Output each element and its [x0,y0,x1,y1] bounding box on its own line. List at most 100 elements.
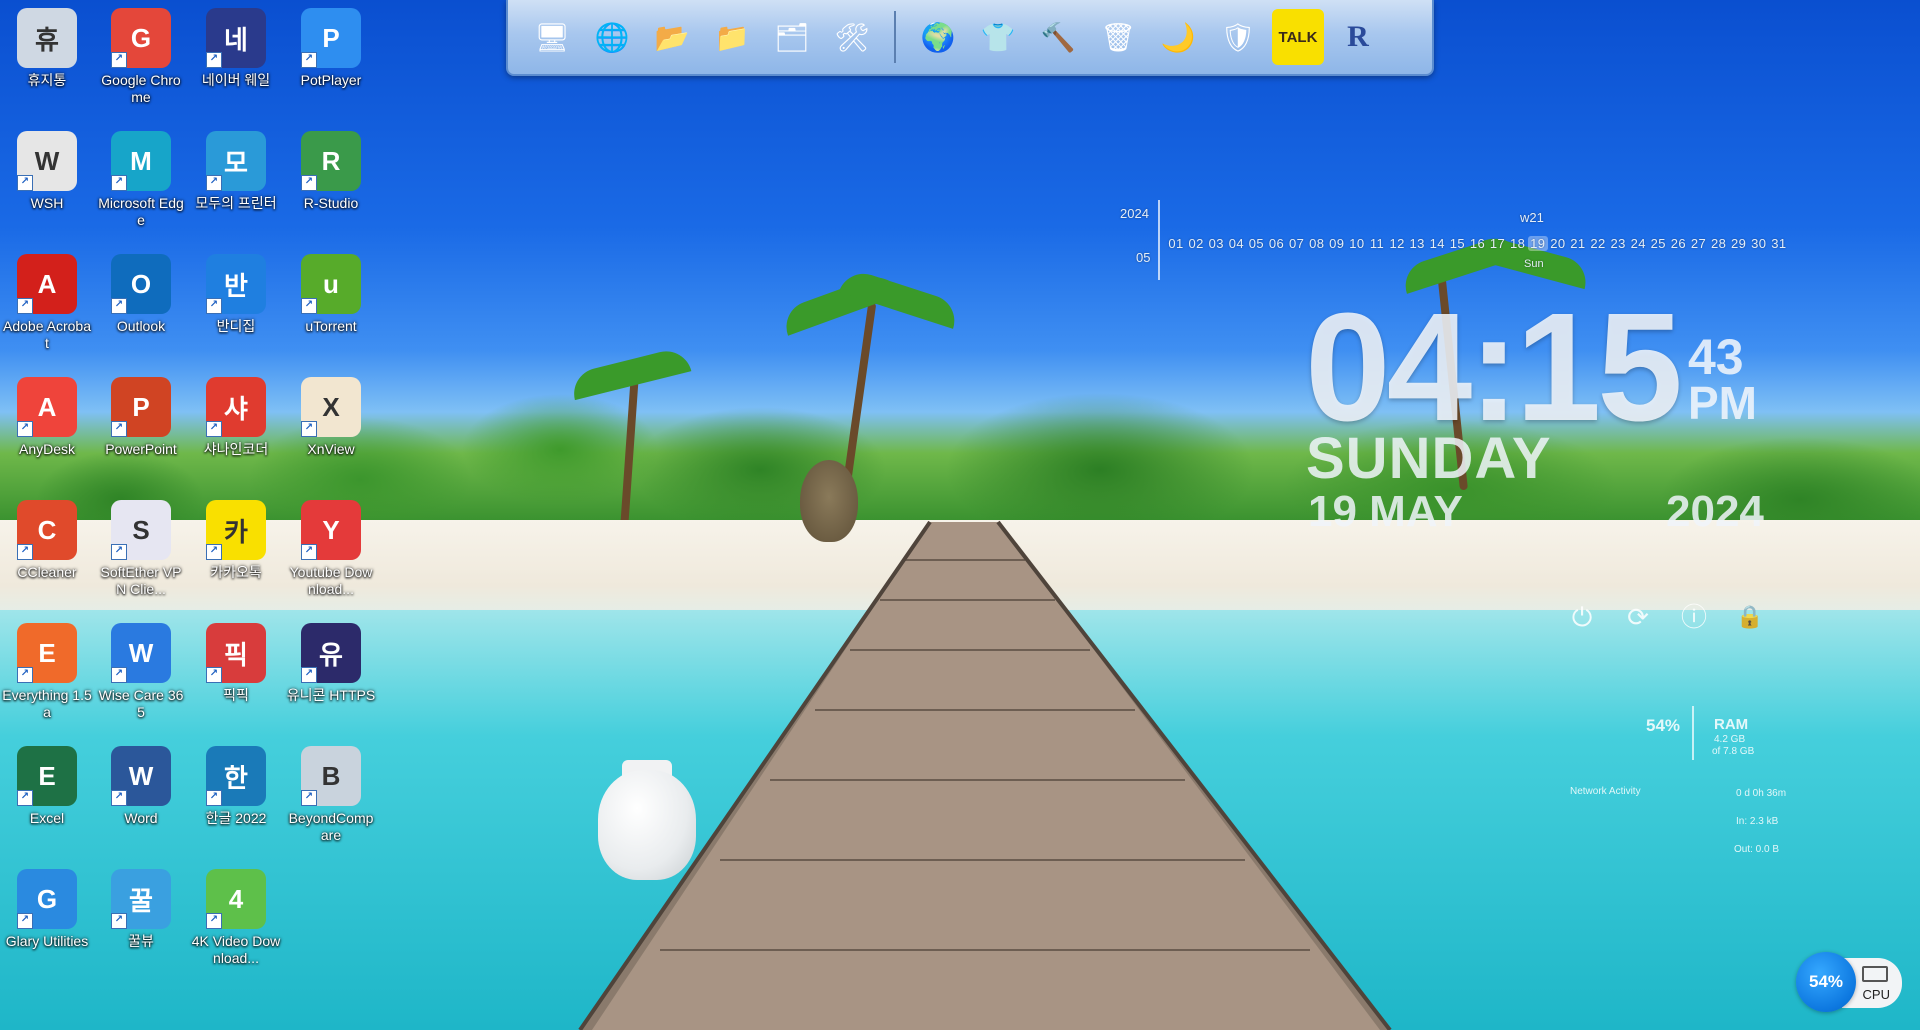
kakaotalk-talk-icon[interactable]: TALK [1272,9,1324,65]
desktop-icon[interactable]: E ↗ Excel [0,740,94,827]
desktop-icon[interactable]: u ↗ uTorrent [284,248,378,335]
desktop-icon-label: AnyDesk [18,441,76,457]
desktop-icon[interactable]: X ↗ XnView [284,371,378,458]
desktop-icon-label: 픽픽 [223,687,249,703]
shortcut-arrow-icon: ↗ [301,421,317,437]
calendar-day: 03 [1208,236,1224,251]
calendar-year: 2024 [1120,206,1149,221]
network-globe-icon[interactable]: 🌐 [586,9,638,65]
desktop-icon[interactable]: A ↗ AnyDesk [0,371,94,458]
desktop-icon-label: 한글 2022 [205,810,267,826]
calendar-week: w21 [1520,210,1544,225]
desktop-icon-label: WSH [30,195,64,211]
calendar-day: 25 [1650,236,1666,251]
acrobat-icon: A ↗ [17,254,77,314]
desktop-icon[interactable]: C ↗ CCleaner [0,494,94,581]
desktop-icon[interactable]: 카 ↗ 카카오톡 [189,494,283,581]
desktop-icon[interactable]: W ↗ Word [94,740,188,827]
calendar-day: 22 [1590,236,1606,251]
desktop-icon[interactable]: 픽 ↗ 픽픽 [189,617,283,704]
folder-icon[interactable]: 📂 [646,9,698,65]
desktop-icon[interactable]: 모 ↗ 모두의 프린터 [189,125,283,212]
whale-browser-icon: 네 ↗ [206,8,266,68]
shortcut-arrow-icon: ↗ [111,52,127,68]
calendar-day: 18 [1510,236,1526,251]
network-uptime: 0 d 0h 36m [1736,788,1787,799]
folder-settings-icon[interactable]: 🗂 [766,9,818,65]
desktop-icon-label: Adobe Acrobat [3,318,91,351]
desktop-icon[interactable]: P ↗ PotPlayer [284,2,378,89]
desktop-icon-label: 카카오톡 [210,564,262,580]
calendar-day: 28 [1710,236,1727,251]
desktop-icon[interactable]: 유 ↗ 유니콘 HTTPS [284,617,378,704]
desktop-icon[interactable]: M ↗ Microsoft Edge [94,125,188,229]
tshirt-icon[interactable]: 👕 [972,9,1024,65]
hammer-icon[interactable]: 🔨 [1032,9,1084,65]
monitor-icon[interactable]: 🖥 [526,9,578,65]
kakaotalk-icon: 카 ↗ [206,500,266,560]
glary-icon[interactable]: 🌙 [1152,9,1204,65]
desktop-icon[interactable]: 4 ↗ 4K Video Download... [189,863,283,967]
glary-utilities-icon: G ↗ [17,869,77,929]
desktop-icon[interactable]: S ↗ SoftEther VPN Clie... [94,494,188,598]
ram-percent: 54% [1646,716,1681,735]
desktop-icon[interactable]: 꿀 ↗ 꿀뷰 [94,863,188,950]
calendar-day: 23 [1610,236,1626,251]
desktop-icon[interactable]: 반 ↗ 반디집 [189,248,283,335]
desktop-icon[interactable]: B ↗ BeyondCompare [284,740,378,844]
shortcut-arrow-icon: ↗ [17,790,33,806]
shortcut-arrow-icon: ↗ [17,175,33,191]
desktop-icon[interactable]: G ↗ Glary Utilities [0,863,94,950]
power-icon[interactable]: ⏻ [1567,602,1597,632]
trash-icon[interactable]: 🗑 [1092,9,1144,65]
desktop-icon-label: CCleaner [17,564,77,580]
desktop-icon[interactable]: Y ↗ Youtube Download... [284,494,378,598]
shortcut-arrow-icon: ↗ [301,790,317,806]
cpu-percent: 54% [1796,952,1856,1012]
desktop-icon-label: Outlook [116,318,166,334]
shortcut-arrow-icon: ↗ [111,544,127,560]
network-activity-label: Network Activity [1570,786,1641,797]
desktop-icon[interactable]: 한 ↗ 한글 2022 [189,740,283,827]
desktop-icon[interactable]: P ↗ PowerPoint [94,371,188,458]
shortcut-arrow-icon: ↗ [301,544,317,560]
globe-icon[interactable]: 🌍 [912,9,964,65]
calendar-day: 04 [1228,236,1244,251]
desktop-icon[interactable]: 휴 휴지통 [0,2,94,89]
desktop-icon[interactable]: 샤 ↗ 샤나인코더 [189,371,283,458]
desktop-icon[interactable]: G ↗ Google Chrome [94,2,188,106]
calendar-day: 29 [1731,236,1747,251]
desktop-icon[interactable]: W ↗ WSH [0,125,94,212]
tools-icon[interactable]: 🛠 [826,9,878,65]
desktop-icon[interactable]: 네 ↗ 네이버 웨일 [189,2,283,89]
calendar-day: 15 [1449,236,1465,251]
info-icon[interactable]: ⓘ [1679,602,1709,632]
desktop-icon[interactable]: R ↗ R-Studio [284,125,378,212]
r-studio-tool-icon[interactable]: R [1332,9,1384,65]
calendar-day: 30 [1751,236,1767,251]
cpu-chip-icon [1862,966,1888,982]
desktop-icon[interactable]: E ↗ Everything 1.5a [0,617,94,721]
restart-icon[interactable]: ⟳ [1623,602,1653,632]
ram-used: 4.2 GB [1714,734,1746,745]
wise-icon[interactable]: 🛡 [1212,9,1264,65]
cpu-usage-widget[interactable]: CPU 54% [1796,950,1908,1012]
desktop-icon[interactable]: A ↗ Adobe Acrobat [0,248,94,352]
lock-icon[interactable]: 🔒 [1735,602,1765,632]
desktop-icon[interactable]: O ↗ Outlook [94,248,188,335]
ram-label: RAM [1714,716,1749,733]
outlook-icon: O ↗ [111,254,171,314]
desktop-icon-label: PowerPoint [105,441,177,457]
recycle-bin-icon: 휴 [17,8,77,68]
calendar-day: 20 [1550,236,1566,251]
folder-green-icon[interactable]: 📁 [706,9,758,65]
desktop-icon[interactable]: W ↗ Wise Care 365 [94,617,188,721]
desktop-icon-label: Glary Utilities [5,933,89,949]
clock-time: 04:15 [1305,281,1683,453]
shortcut-arrow-icon: ↗ [301,175,317,191]
calendar-days: 01 02 03 04 05 06 07 08 09 10 11 12 13 14 15 16 17 18 19 20… [1166,236,1789,251]
shortcut-arrow-icon: ↗ [206,790,222,806]
potplayer-icon: P ↗ [301,8,361,68]
desktop-icon-label: BeyondCompare [288,810,374,843]
cpu-label: CPU [1862,987,1890,1002]
